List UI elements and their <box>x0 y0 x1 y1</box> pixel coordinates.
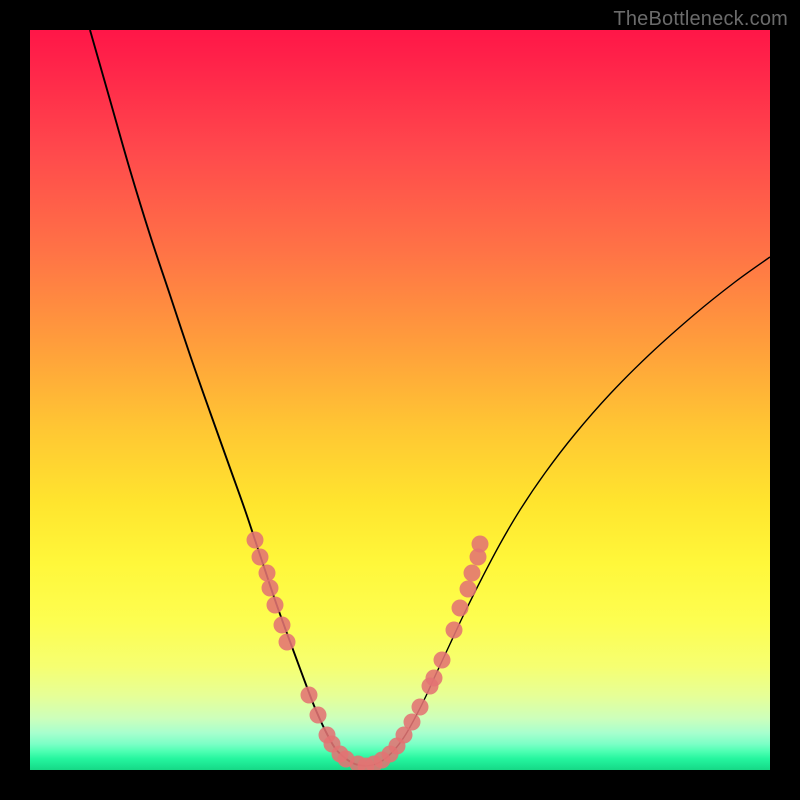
data-point <box>426 670 443 687</box>
data-point <box>259 565 276 582</box>
watermark-text: TheBottleneck.com <box>613 8 788 31</box>
data-point <box>267 597 284 614</box>
data-point <box>404 714 421 731</box>
data-point <box>262 580 279 597</box>
curve-svg <box>30 30 770 770</box>
data-point <box>301 687 318 704</box>
data-point <box>310 707 327 724</box>
data-point <box>472 536 489 553</box>
data-point <box>274 617 291 634</box>
data-point <box>279 634 296 651</box>
data-point <box>464 565 481 582</box>
data-point <box>446 622 463 639</box>
data-dots <box>247 532 489 771</box>
left-curve <box>90 30 366 766</box>
data-point <box>412 699 429 716</box>
chart-frame: TheBottleneck.com <box>0 0 800 800</box>
plot-area <box>30 30 770 770</box>
data-point <box>452 600 469 617</box>
data-point <box>252 549 269 566</box>
data-point <box>247 532 264 549</box>
data-point <box>460 581 477 598</box>
data-point <box>434 652 451 669</box>
